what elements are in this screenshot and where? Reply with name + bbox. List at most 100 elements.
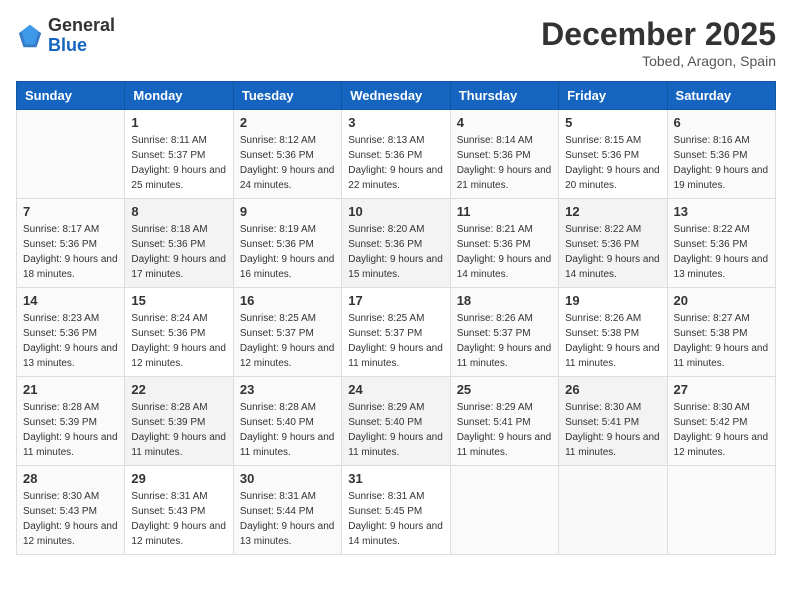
day-number: 30: [240, 471, 335, 486]
day-number: 4: [457, 115, 552, 130]
day-cell: 11 Sunrise: 8:21 AMSunset: 5:36 PMDayligh…: [450, 199, 558, 288]
day-info: Sunrise: 8:21 AMSunset: 5:36 PMDaylight:…: [457, 222, 552, 282]
day-cell: 9 Sunrise: 8:19 AMSunset: 5:36 PMDaylight…: [233, 199, 341, 288]
day-number: 10: [348, 204, 443, 219]
day-number: 20: [674, 293, 769, 308]
col-header-tuesday: Tuesday: [233, 82, 341, 110]
day-info: Sunrise: 8:30 AMSunset: 5:41 PMDaylight:…: [565, 400, 660, 460]
day-number: 18: [457, 293, 552, 308]
day-number: 15: [131, 293, 226, 308]
day-info: Sunrise: 8:17 AMSunset: 5:36 PMDaylight:…: [23, 222, 118, 282]
day-number: 11: [457, 204, 552, 219]
day-number: 21: [23, 382, 118, 397]
logo: General Blue: [16, 16, 115, 56]
col-header-saturday: Saturday: [667, 82, 775, 110]
day-cell: [559, 466, 667, 555]
day-info: Sunrise: 8:30 AMSunset: 5:42 PMDaylight:…: [674, 400, 769, 460]
day-info: Sunrise: 8:20 AMSunset: 5:36 PMDaylight:…: [348, 222, 443, 282]
title-block: December 2025 Tobed, Aragon, Spain: [541, 16, 776, 69]
day-number: 1: [131, 115, 226, 130]
day-number: 14: [23, 293, 118, 308]
day-info: Sunrise: 8:19 AMSunset: 5:36 PMDaylight:…: [240, 222, 335, 282]
day-info: Sunrise: 8:28 AMSunset: 5:39 PMDaylight:…: [131, 400, 226, 460]
day-number: 25: [457, 382, 552, 397]
day-cell: 20 Sunrise: 8:27 AMSunset: 5:38 PMDayligh…: [667, 288, 775, 377]
day-number: 3: [348, 115, 443, 130]
day-cell: 14 Sunrise: 8:23 AMSunset: 5:36 PMDayligh…: [17, 288, 125, 377]
day-number: 19: [565, 293, 660, 308]
day-cell: 8Sunrise: 8:18 AMSunset: 5:36 PMDaylight…: [125, 199, 233, 288]
day-info: Sunrise: 8:12 AMSunset: 5:36 PMDaylight:…: [240, 133, 335, 193]
day-cell: 31 Sunrise: 8:31 AMSunset: 5:45 PMDayligh…: [342, 466, 450, 555]
week-row-4: 21 Sunrise: 8:28 AMSunset: 5:39 PMDayligh…: [17, 377, 776, 466]
day-cell: [667, 466, 775, 555]
col-header-sunday: Sunday: [17, 82, 125, 110]
day-cell: [17, 110, 125, 199]
day-info: Sunrise: 8:16 AMSunset: 5:36 PMDaylight:…: [674, 133, 769, 193]
day-number: 12: [565, 204, 660, 219]
day-info: Sunrise: 8:26 AMSunset: 5:38 PMDaylight:…: [565, 311, 660, 371]
day-number: 9: [240, 204, 335, 219]
day-cell: 1 Sunrise: 8:11 AMSunset: 5:37 PMDaylight…: [125, 110, 233, 199]
day-number: 5: [565, 115, 660, 130]
day-cell: 18 Sunrise: 8:26 AMSunset: 5:37 PMDayligh…: [450, 288, 558, 377]
day-info: Sunrise: 8:31 AMSunset: 5:44 PMDaylight:…: [240, 489, 335, 549]
col-header-thursday: Thursday: [450, 82, 558, 110]
day-number: 8: [131, 204, 226, 219]
day-cell: 21 Sunrise: 8:28 AMSunset: 5:39 PMDayligh…: [17, 377, 125, 466]
day-info: Sunrise: 8:15 AMSunset: 5:36 PMDaylight:…: [565, 133, 660, 193]
day-info: Sunrise: 8:14 AMSunset: 5:36 PMDaylight:…: [457, 133, 552, 193]
day-info: Sunrise: 8:31 AMSunset: 5:43 PMDaylight:…: [131, 489, 226, 549]
day-info: Sunrise: 8:25 AMSunset: 5:37 PMDaylight:…: [348, 311, 443, 371]
day-info: Sunrise: 8:11 AMSunset: 5:37 PMDaylight:…: [131, 133, 226, 193]
logo-general-text: General: [48, 16, 115, 36]
day-info: Sunrise: 8:31 AMSunset: 5:45 PMDaylight:…: [348, 489, 443, 549]
day-cell: 16Sunrise: 8:25 AMSunset: 5:37 PMDayligh…: [233, 288, 341, 377]
day-number: 29: [131, 471, 226, 486]
day-cell: 26 Sunrise: 8:30 AMSunset: 5:41 PMDayligh…: [559, 377, 667, 466]
month-title: December 2025: [541, 16, 776, 53]
day-info: Sunrise: 8:22 AMSunset: 5:36 PMDaylight:…: [674, 222, 769, 282]
day-cell: 25 Sunrise: 8:29 AMSunset: 5:41 PMDayligh…: [450, 377, 558, 466]
day-cell: 12 Sunrise: 8:22 AMSunset: 5:36 PMDayligh…: [559, 199, 667, 288]
day-cell: 6 Sunrise: 8:16 AMSunset: 5:36 PMDaylight…: [667, 110, 775, 199]
col-header-friday: Friday: [559, 82, 667, 110]
day-info: Sunrise: 8:22 AMSunset: 5:36 PMDaylight:…: [565, 222, 660, 282]
day-info: Sunrise: 8:26 AMSunset: 5:37 PMDaylight:…: [457, 311, 552, 371]
day-cell: 27 Sunrise: 8:30 AMSunset: 5:42 PMDayligh…: [667, 377, 775, 466]
day-number: 27: [674, 382, 769, 397]
day-info: Sunrise: 8:23 AMSunset: 5:36 PMDaylight:…: [23, 311, 118, 371]
day-cell: 2 Sunrise: 8:12 AMSunset: 5:36 PMDaylight…: [233, 110, 341, 199]
day-info: Sunrise: 8:28 AMSunset: 5:40 PMDaylight:…: [240, 400, 335, 460]
day-cell: 23 Sunrise: 8:28 AMSunset: 5:40 PMDayligh…: [233, 377, 341, 466]
day-cell: 30 Sunrise: 8:31 AMSunset: 5:44 PMDayligh…: [233, 466, 341, 555]
week-row-2: 7 Sunrise: 8:17 AMSunset: 5:36 PMDaylight…: [17, 199, 776, 288]
day-cell: 10 Sunrise: 8:20 AMSunset: 5:36 PMDayligh…: [342, 199, 450, 288]
day-cell: 3 Sunrise: 8:13 AMSunset: 5:36 PMDaylight…: [342, 110, 450, 199]
day-cell: 29 Sunrise: 8:31 AMSunset: 5:43 PMDayligh…: [125, 466, 233, 555]
calendar-table: SundayMondayTuesdayWednesdayThursdayFrid…: [16, 81, 776, 555]
day-number: 2: [240, 115, 335, 130]
day-info: Sunrise: 8:29 AMSunset: 5:40 PMDaylight:…: [348, 400, 443, 460]
day-info: Sunrise: 8:27 AMSunset: 5:38 PMDaylight:…: [674, 311, 769, 371]
day-cell: 28 Sunrise: 8:30 AMSunset: 5:43 PMDayligh…: [17, 466, 125, 555]
day-cell: 19 Sunrise: 8:26 AMSunset: 5:38 PMDayligh…: [559, 288, 667, 377]
day-number: 26: [565, 382, 660, 397]
day-info: Sunrise: 8:13 AMSunset: 5:36 PMDaylight:…: [348, 133, 443, 193]
day-info: Sunrise: 8:30 AMSunset: 5:43 PMDaylight:…: [23, 489, 118, 549]
day-number: 17: [348, 293, 443, 308]
day-cell: 22Sunrise: 8:28 AMSunset: 5:39 PMDayligh…: [125, 377, 233, 466]
day-cell: 17 Sunrise: 8:25 AMSunset: 5:37 PMDayligh…: [342, 288, 450, 377]
calendar-header-row: SundayMondayTuesdayWednesdayThursdayFrid…: [17, 82, 776, 110]
day-info: Sunrise: 8:29 AMSunset: 5:41 PMDaylight:…: [457, 400, 552, 460]
day-number: 13: [674, 204, 769, 219]
day-number: 6: [674, 115, 769, 130]
day-info: Sunrise: 8:28 AMSunset: 5:39 PMDaylight:…: [23, 400, 118, 460]
day-number: 31: [348, 471, 443, 486]
week-row-5: 28 Sunrise: 8:30 AMSunset: 5:43 PMDayligh…: [17, 466, 776, 555]
day-info: Sunrise: 8:25 AMSunset: 5:37 PMDaylight:…: [240, 311, 335, 371]
logo-icon: [16, 22, 44, 50]
day-number: 28: [23, 471, 118, 486]
day-number: 7: [23, 204, 118, 219]
day-number: 23: [240, 382, 335, 397]
